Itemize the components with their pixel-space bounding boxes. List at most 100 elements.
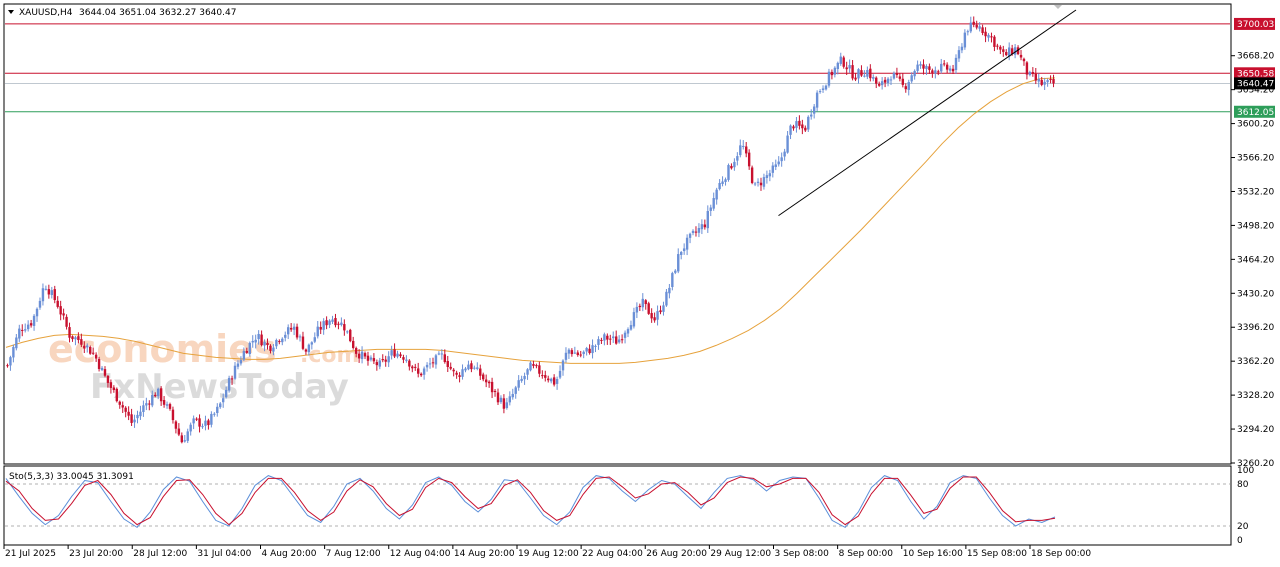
level-value-label: 3612.05	[1237, 108, 1274, 118]
watermark-text: FxNewsToday	[90, 367, 349, 407]
candle-body	[124, 407, 127, 412]
price-tick-label: 3362.20	[1237, 357, 1274, 367]
time-tick-label: 12 Aug 04:00	[390, 549, 451, 559]
candle-body	[665, 291, 668, 306]
candle-body	[922, 64, 925, 69]
candle-body	[842, 57, 845, 67]
candle-body	[464, 368, 467, 371]
candle-body	[207, 420, 210, 426]
candle-body	[931, 70, 934, 74]
time-tick-label: 23 Jul 20:00	[69, 549, 123, 559]
candle-body	[499, 397, 503, 403]
candle-body	[1049, 79, 1052, 81]
candle-body	[254, 339, 257, 343]
candle-body	[854, 77, 857, 80]
time-tick-label: 26 Aug 20:00	[646, 549, 707, 559]
candle-body	[91, 352, 95, 354]
candle-body	[795, 121, 798, 128]
candle-body	[100, 367, 104, 371]
candle-body	[89, 346, 92, 354]
time-tick-label: 28 Jul 12:00	[133, 549, 187, 559]
candle-body	[759, 182, 763, 186]
candle-body	[325, 320, 328, 326]
candle-body	[875, 77, 878, 84]
candle-body	[275, 340, 278, 347]
time-tick-label: 4 Aug 20:00	[262, 549, 317, 559]
candle-body	[830, 71, 834, 76]
candle-body	[479, 368, 482, 376]
candle-body	[313, 337, 316, 342]
candle-body	[561, 360, 565, 371]
candle-body	[156, 388, 160, 397]
candle-body	[414, 366, 417, 368]
candle-body	[691, 230, 695, 234]
candle-body	[872, 77, 875, 79]
candle-body	[1005, 52, 1008, 56]
candle-body	[969, 22, 972, 32]
candle-body	[446, 360, 449, 368]
price-tick-label: 3634.20	[1237, 86, 1274, 96]
candle-body	[836, 62, 840, 70]
candle-body	[103, 369, 107, 376]
candle-body	[978, 26, 981, 29]
candle-body	[948, 68, 952, 71]
candle-body	[233, 365, 237, 379]
candle-body	[319, 326, 322, 330]
candle-body	[15, 337, 18, 349]
candle-body	[951, 68, 955, 72]
candle-body	[174, 421, 178, 429]
candle-body	[576, 352, 579, 355]
candle-body	[109, 382, 113, 388]
candle-body	[227, 377, 231, 391]
candle-body	[549, 378, 553, 382]
time-tick-label: 15 Sep 08:00	[967, 549, 1027, 559]
candle-body	[614, 336, 618, 344]
candle-body	[641, 298, 644, 308]
level-value-label: 3700.03	[1237, 20, 1274, 30]
candle-body	[12, 346, 15, 358]
candle-body	[1028, 71, 1032, 76]
candle-body	[393, 349, 396, 357]
candle-body	[422, 368, 426, 375]
candle-body	[230, 378, 234, 380]
chart-header: XAUUSD,H4 3644.04 3651.04 3632.27 3640.4…	[8, 8, 236, 18]
candle-body	[145, 403, 148, 406]
price-tick-label: 3668.20	[1237, 52, 1274, 62]
candle-body	[363, 353, 367, 357]
candle-body	[257, 333, 260, 340]
candle-body	[337, 323, 340, 325]
time-tick-label: 14 Aug 20:00	[454, 549, 515, 559]
candle-body	[171, 409, 175, 421]
candle-body	[408, 360, 411, 367]
candle-body	[56, 300, 59, 307]
candle-body	[730, 165, 733, 169]
candle-body	[913, 70, 916, 77]
candle-body	[269, 345, 272, 351]
candle-body	[555, 378, 559, 384]
candle-body	[47, 289, 51, 295]
candle-body	[349, 329, 352, 342]
candle-body	[863, 75, 866, 77]
candle-body	[547, 378, 550, 381]
candle-body	[567, 349, 571, 354]
candle-body	[742, 145, 745, 147]
candle-body	[981, 27, 984, 34]
stochastic-panel-frame[interactable]	[3, 465, 1232, 546]
candle-body	[972, 21, 975, 25]
candle-body	[750, 167, 754, 183]
candle-body	[928, 66, 931, 70]
candle-body	[996, 45, 999, 47]
candle-body	[623, 332, 627, 338]
time-tick-label: 19 Aug 12:00	[518, 549, 579, 559]
time-tick-label: 10 Sep 16:00	[903, 549, 963, 559]
candle-body	[272, 347, 275, 352]
candle-body	[266, 342, 269, 346]
candle-body	[609, 338, 612, 340]
candle-body	[183, 440, 186, 442]
candle-body	[133, 419, 136, 423]
candle-body	[369, 357, 373, 360]
candle-body	[588, 348, 591, 354]
stochastic-label: Sto(5,3,3) 33.0045 31.3091	[9, 472, 134, 482]
time-tick-label: 18 Sep 00:00	[1031, 549, 1091, 559]
candle-body	[706, 211, 709, 229]
